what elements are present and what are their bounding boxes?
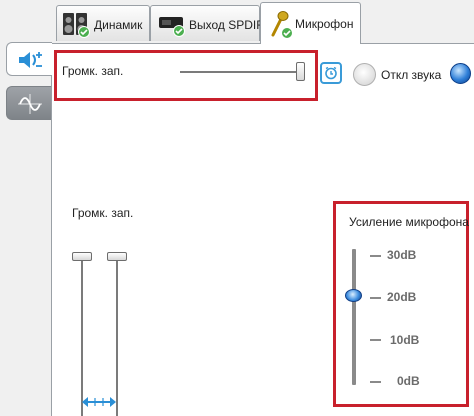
record-volume-label: Громк. зап. <box>62 64 124 78</box>
left-channel-thumb[interactable] <box>72 252 92 261</box>
boost-tick-mark <box>370 297 381 299</box>
advanced-settings-orb[interactable] <box>450 63 471 84</box>
mic-boost-thumb[interactable] <box>345 289 362 302</box>
boost-tick-label: 30dB <box>387 248 417 262</box>
link-channels-icon[interactable] <box>80 393 118 411</box>
left-channel-track[interactable] <box>81 256 83 416</box>
tab-microphone-label: Микрофон <box>295 17 354 31</box>
waveform-icon <box>18 94 42 114</box>
sidebar-waveform[interactable] <box>6 86 52 120</box>
boost-tick-label: 20dB <box>387 290 417 304</box>
tab-speaker-label: Динамик <box>94 18 143 32</box>
right-channel-thumb[interactable] <box>107 252 127 261</box>
record-volume-thumb[interactable] <box>296 62 305 81</box>
mic-volume-icon <box>19 52 42 68</box>
boost-tick-label: 0dB <box>397 374 420 388</box>
mute-radio[interactable] <box>353 63 376 86</box>
speaker-icon <box>63 13 90 38</box>
boost-tick-mark <box>370 339 381 341</box>
record-level-label: Громк. зап. <box>72 206 134 220</box>
microphone-icon <box>271 11 293 39</box>
right-channel-track[interactable] <box>116 256 118 416</box>
mic-boost-title: Усиление микрофона <box>349 215 469 229</box>
boost-tick-mark <box>370 255 381 257</box>
tab-spdif-label: Выход SPDIF <box>189 18 264 32</box>
record-volume-track[interactable] <box>180 71 304 73</box>
sidebar-mic-volume[interactable] <box>6 42 52 76</box>
timer-button[interactable] <box>320 62 342 84</box>
spdif-icon <box>159 17 185 37</box>
tab-spdif[interactable]: Выход SPDIF <box>150 5 264 41</box>
clock-icon <box>325 66 337 80</box>
tab-speaker[interactable]: Динамик <box>56 5 150 41</box>
tab-microphone[interactable]: Микрофон <box>260 2 361 44</box>
mute-label: Откл звука <box>381 68 442 82</box>
boost-tick-mark <box>370 381 381 383</box>
mic-boost-track[interactable] <box>352 249 356 385</box>
boost-tick-label: 10dB <box>390 333 420 347</box>
